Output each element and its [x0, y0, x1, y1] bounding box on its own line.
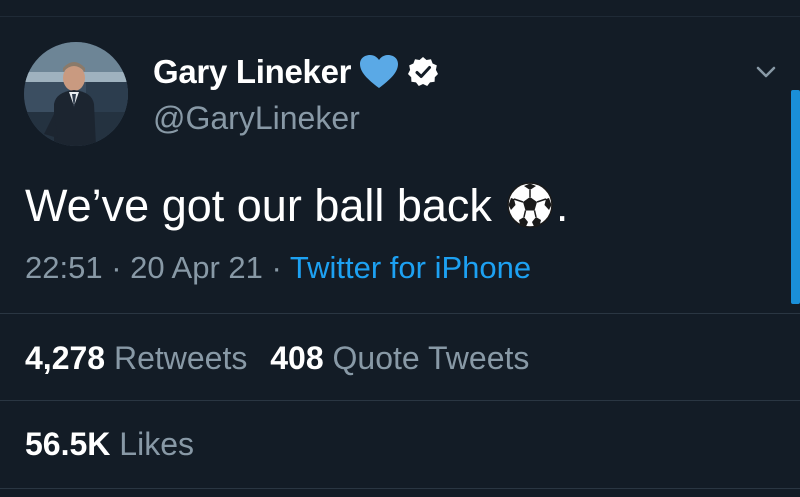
author-display-name[interactable]: Gary Lineker	[153, 53, 351, 91]
retweets-link[interactable]: 4,278 Retweets	[25, 340, 256, 376]
quote-tweets-link[interactable]: 408 Quote Tweets	[270, 340, 529, 376]
tweet-body: We’ve got our ball back	[25, 180, 492, 231]
tweet-time: 22:51	[25, 250, 103, 285]
likes-label: Likes	[119, 426, 194, 462]
scrollbar[interactable]	[791, 90, 800, 304]
tweet-text: We’ve got our ball back .	[25, 180, 568, 232]
retweets-label: Retweets	[113, 340, 248, 376]
divider	[0, 313, 800, 314]
avatar-image	[24, 42, 128, 146]
author-handle[interactable]: @GaryLineker	[153, 100, 360, 137]
avatar[interactable]	[24, 42, 128, 146]
soccer-ball-icon	[507, 182, 553, 228]
quote-tweets-label: Quote Tweets	[332, 340, 530, 376]
chevron-down-icon[interactable]	[752, 58, 780, 86]
tweet-date: 20 Apr 21	[130, 250, 263, 285]
tweet-meta: 22:51 · 20 Apr 21 · Twitter for iPhone	[25, 250, 531, 286]
verified-badge-icon	[408, 57, 439, 86]
author-name-row[interactable]: Gary Lineker	[153, 52, 439, 92]
tweet-detail-screen: Gary Lineker @GaryLineker We’ve got our …	[0, 0, 800, 497]
divider	[0, 400, 800, 401]
meta-separator: ·	[111, 250, 122, 285]
top-divider	[0, 16, 800, 17]
meta-separator: ·	[271, 250, 282, 285]
quote-tweets-count: 408	[270, 340, 324, 376]
likes-count: 56.5K	[25, 426, 111, 462]
tweet-source-link[interactable]: Twitter for iPhone	[290, 250, 531, 285]
retweets-count: 4,278	[25, 340, 106, 376]
engagement-row: 4,278 Retweets 408 Quote Tweets	[25, 340, 529, 377]
divider	[0, 488, 800, 489]
likes-row[interactable]: 56.5K Likes	[25, 426, 194, 463]
tweet-trailing-period: .	[555, 180, 569, 231]
blue-heart-icon	[360, 55, 399, 88]
